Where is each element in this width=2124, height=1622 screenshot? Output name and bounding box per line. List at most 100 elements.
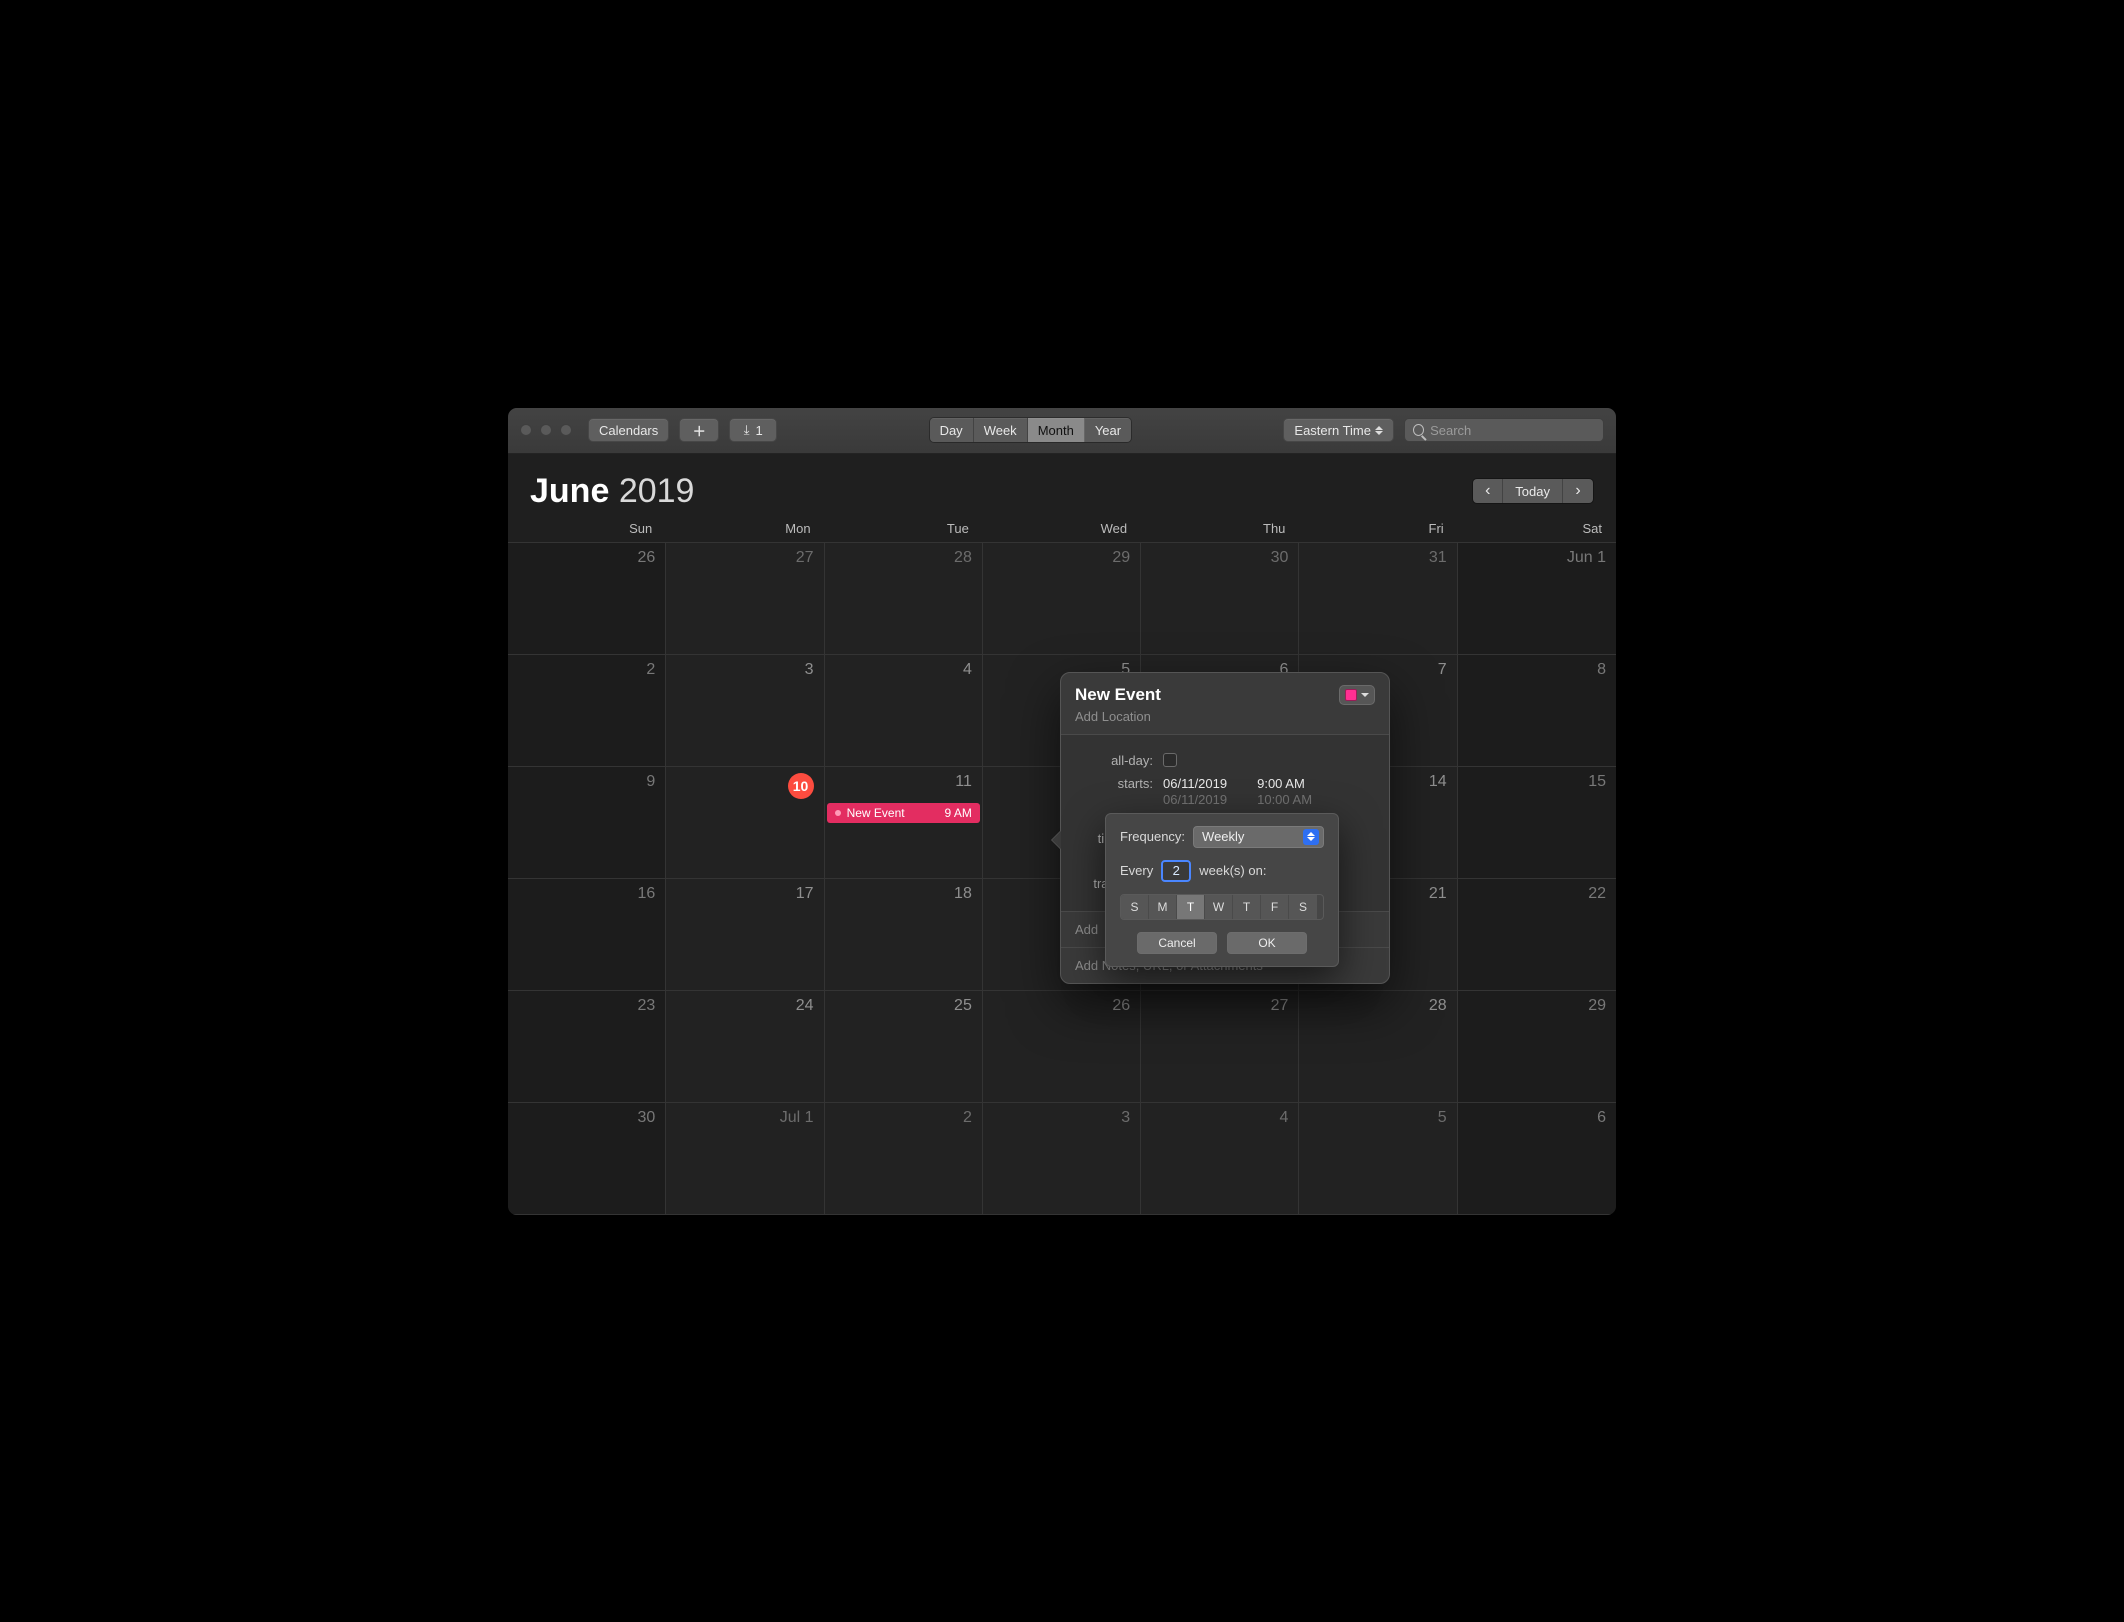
calendars-button[interactable]: Calendars	[588, 418, 669, 442]
weekday-label: Sun	[508, 521, 666, 536]
day-cell[interactable]: 2	[825, 1103, 983, 1215]
weekday-toggle[interactable]: F	[1261, 895, 1289, 919]
chevron-left-icon	[1485, 482, 1490, 500]
next-month-button[interactable]	[1563, 479, 1593, 503]
event-editor-popover: New Event Add Location all-day: starts: …	[1060, 672, 1390, 984]
event-location-field[interactable]: Add Location	[1075, 709, 1161, 724]
weekday-toggle[interactable]: M	[1149, 895, 1177, 919]
day-cell[interactable]: 30	[1141, 543, 1299, 655]
ends-date-partial: 06/11/2019	[1163, 795, 1227, 805]
zoom-icon[interactable]	[560, 424, 572, 436]
weekday-toggle[interactable]: T	[1177, 895, 1205, 919]
day-number: 17	[796, 885, 814, 903]
day-cell[interactable]: 4	[825, 655, 983, 767]
month-navigation: Today	[1472, 478, 1594, 504]
starts-date-value[interactable]: 06/11/2019	[1163, 776, 1227, 791]
frequency-select[interactable]: Weekly	[1193, 826, 1324, 848]
previous-month-button[interactable]	[1473, 479, 1503, 503]
search-field[interactable]	[1404, 418, 1604, 442]
day-cell[interactable]: 16	[508, 879, 666, 991]
day-cell[interactable]: 18	[825, 879, 983, 991]
weekday-toggle[interactable]: W	[1205, 895, 1233, 919]
day-number: 15	[1588, 773, 1606, 791]
allday-checkbox[interactable]	[1163, 753, 1177, 767]
calendar-window: Calendars 1 Day Week Month Year Eastern …	[507, 407, 1617, 1216]
day-cell[interactable]: 9	[508, 767, 666, 879]
weekday-label: Sat	[1458, 521, 1616, 536]
weekday-toggle[interactable]: S	[1121, 895, 1149, 919]
day-cell[interactable]: 25	[825, 991, 983, 1103]
day-number: 31	[1429, 549, 1447, 567]
plus-icon	[693, 421, 706, 440]
day-cell[interactable]: 30	[508, 1103, 666, 1215]
day-number: 26	[637, 549, 655, 567]
day-cell[interactable]: 28	[825, 543, 983, 655]
day-cell[interactable]: 6	[1458, 1103, 1616, 1215]
today-button[interactable]: Today	[1503, 479, 1563, 503]
starts-time-value[interactable]: 9:00 AM	[1257, 776, 1305, 791]
day-cell[interactable]: 8	[1458, 655, 1616, 767]
day-number: 16	[637, 885, 655, 903]
day-cell[interactable]: 4	[1141, 1103, 1299, 1215]
day-cell[interactable]: 5	[1299, 1103, 1457, 1215]
day-cell[interactable]: 2	[508, 655, 666, 767]
view-week-button[interactable]: Week	[974, 418, 1028, 442]
search-input[interactable]	[1430, 423, 1595, 438]
every-interval-input[interactable]	[1161, 860, 1191, 882]
today-badge: 10	[788, 773, 814, 799]
day-cell[interactable]: 15	[1458, 767, 1616, 879]
day-cell[interactable]: 29	[1458, 991, 1616, 1103]
day-cell[interactable]: 22	[1458, 879, 1616, 991]
starts-label: starts:	[1075, 776, 1153, 791]
inbox-button[interactable]: 1	[729, 418, 777, 442]
day-cell[interactable]: Jul 1	[666, 1103, 824, 1215]
day-cell[interactable]: 17	[666, 879, 824, 991]
weekday-label: Wed	[983, 521, 1141, 536]
weekday-toggle[interactable]: S	[1289, 895, 1317, 919]
day-cell[interactable]: 3	[983, 1103, 1141, 1215]
event-title-field[interactable]: New Event	[1075, 685, 1161, 705]
every-suffix-label: week(s) on:	[1199, 863, 1266, 878]
day-cell[interactable]: 27	[666, 543, 824, 655]
weekday-label: Fri	[1299, 521, 1457, 536]
day-cell[interactable]: 26	[983, 991, 1141, 1103]
toolbar: Calendars 1 Day Week Month Year Eastern …	[508, 408, 1616, 454]
day-number: 22	[1588, 885, 1606, 903]
day-cell[interactable]: 11 New Event9 AM	[825, 767, 983, 879]
day-number: 25	[954, 997, 972, 1015]
minimize-icon[interactable]	[540, 424, 552, 436]
view-day-button[interactable]: Day	[930, 418, 974, 442]
day-number: 3	[1121, 1109, 1130, 1127]
add-event-button[interactable]	[679, 418, 719, 442]
ok-button[interactable]: OK	[1227, 932, 1307, 954]
event-chip-title: New Event	[847, 806, 905, 820]
event-chip[interactable]: New Event9 AM	[827, 803, 980, 823]
day-cell[interactable]: 24	[666, 991, 824, 1103]
day-number: 3	[805, 661, 814, 679]
day-cell[interactable]: Jun 1	[1458, 543, 1616, 655]
calendar-color-picker[interactable]	[1339, 685, 1375, 705]
day-number: 11	[955, 773, 972, 791]
cancel-button[interactable]: Cancel	[1137, 932, 1217, 954]
day-cell[interactable]: 27	[1141, 991, 1299, 1103]
inbox-icon	[744, 422, 750, 438]
view-year-button[interactable]: Year	[1085, 418, 1131, 442]
day-cell[interactable]: 28	[1299, 991, 1457, 1103]
day-number: 21	[1429, 885, 1447, 903]
day-cell[interactable]: 10	[666, 767, 824, 879]
day-cell[interactable]: 31	[1299, 543, 1457, 655]
day-cell[interactable]: 29	[983, 543, 1141, 655]
day-number: 5	[1438, 1109, 1447, 1127]
event-dot-icon	[835, 810, 841, 816]
day-cell[interactable]: 26	[508, 543, 666, 655]
view-month-button[interactable]: Month	[1028, 418, 1085, 442]
close-icon[interactable]	[520, 424, 532, 436]
day-cell[interactable]: 23	[508, 991, 666, 1103]
weekday-label: Mon	[666, 521, 824, 536]
day-number: 14	[1429, 773, 1447, 791]
day-number: 6	[1597, 1109, 1606, 1127]
day-cell[interactable]: 3	[666, 655, 824, 767]
timezone-button[interactable]: Eastern Time	[1283, 418, 1394, 442]
day-number: 27	[796, 549, 814, 567]
weekday-toggle[interactable]: T	[1233, 895, 1261, 919]
